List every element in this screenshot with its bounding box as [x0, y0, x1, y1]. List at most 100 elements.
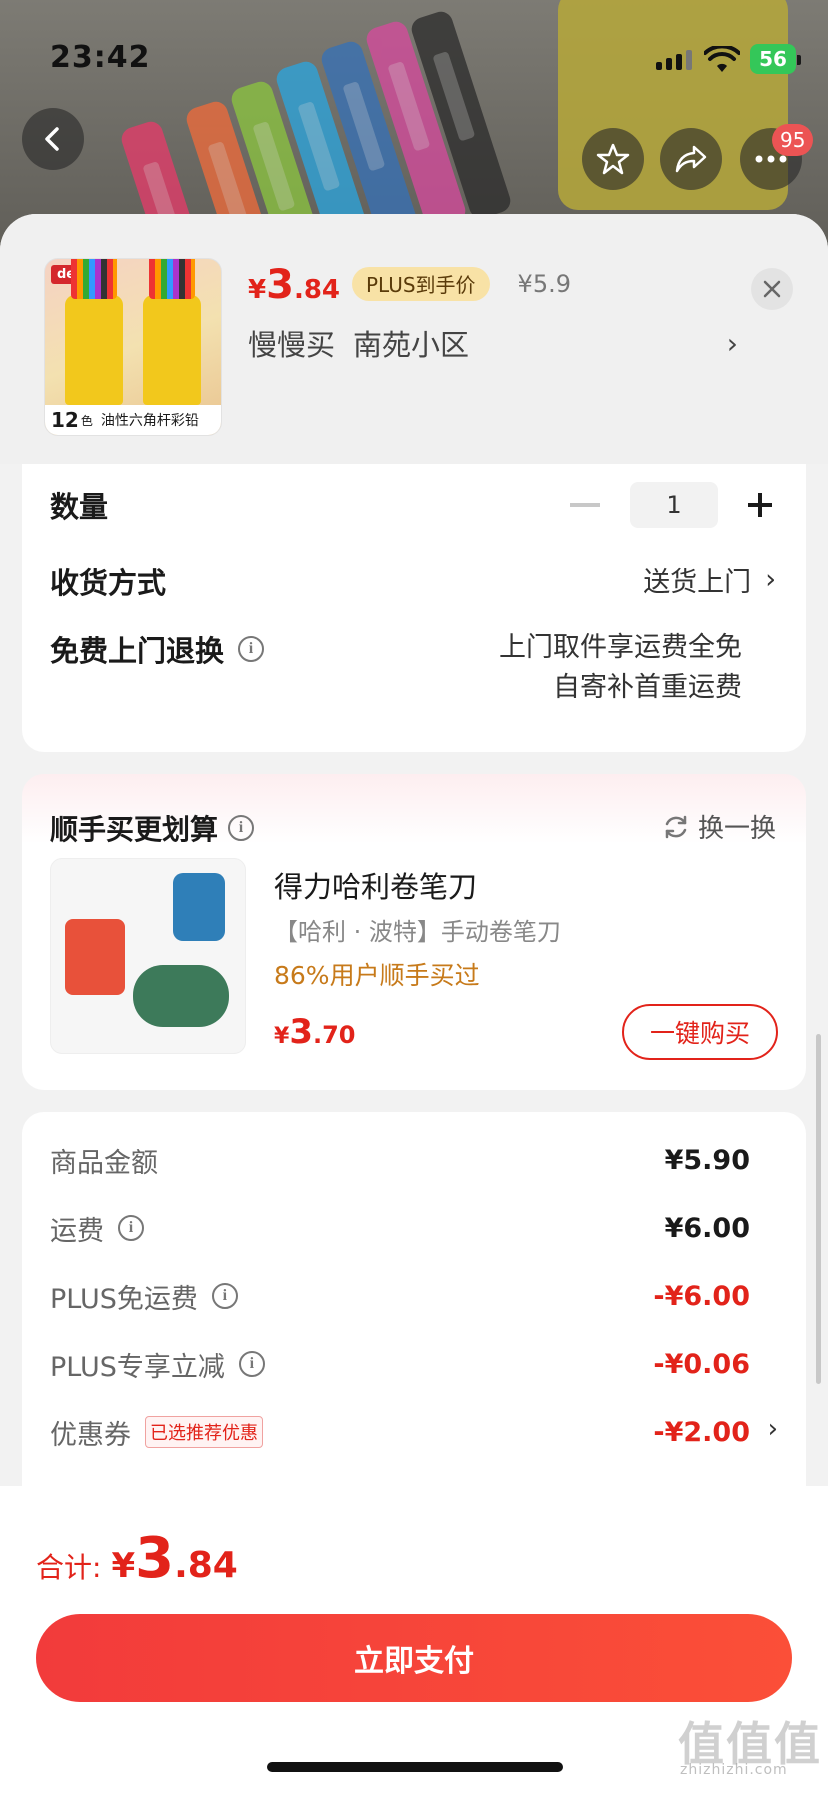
back-button[interactable]	[22, 108, 84, 170]
price-integer: 3	[289, 1012, 313, 1052]
coupon-selected-tag: 已选推荐优惠	[145, 1416, 263, 1448]
free-return-description: 上门取件享运费全免 自寄补首重运费	[499, 628, 742, 708]
close-button[interactable]	[751, 268, 793, 310]
decrease-quantity-button[interactable]	[570, 503, 600, 507]
product-summary: deli 12 色 油性六角杆彩铅 ¥3.84 PLUS到手价 ¥5.9 慢慢买…	[0, 214, 828, 464]
pencil-tube-image	[65, 259, 123, 405]
free-return-line: 上门取件享运费全免	[499, 632, 742, 663]
price-row: ¥3.84 PLUS到手价 ¥5.9	[248, 262, 571, 308]
fee-row-coupon[interactable]: 优惠券 已选推荐优惠 -¥2.00	[50, 1412, 750, 1452]
fee-value: ¥5.90	[664, 1144, 750, 1176]
price-integer: 3	[266, 262, 294, 308]
fee-label-row: 优惠券 已选推荐优惠	[50, 1413, 263, 1452]
share-icon	[675, 145, 707, 173]
fee-row-plus-free-shipping: PLUS免运费 i -¥6.00	[50, 1276, 750, 1316]
order-options-card: 数量 1 收货方式 送货上门 › 免费上门退换 i 上门取件享运费全免 自寄补首…	[22, 464, 806, 752]
swap-label: 换一换	[697, 814, 776, 844]
fee-row-plus-discount: PLUS专享立减 i -¥0.06	[50, 1344, 750, 1384]
recommendation-product-subtitle: 【哈利 · 波特】手动卷笔刀	[274, 918, 561, 946]
fee-label-row: PLUS专享立减 i	[50, 1345, 265, 1384]
total-currency: ¥	[111, 1546, 136, 1586]
battery-indicator: 56	[750, 44, 796, 74]
recommendation-product-name[interactable]: 得力哈利卷笔刀	[274, 864, 477, 906]
info-icon[interactable]: i	[238, 636, 265, 662]
favorite-button[interactable]	[582, 128, 644, 190]
chevron-left-icon	[45, 127, 59, 151]
battery-level: 56	[759, 47, 787, 71]
swap-button[interactable]: 换一换	[662, 808, 776, 845]
sharpener-image	[133, 965, 229, 1027]
add-on-recommendation-card: 顺手买更划算 i 换一换 得力哈利卷笔刀 【哈利 · 波特】手动卷笔刀 86%用…	[22, 774, 806, 1090]
price-currency: ¥	[248, 275, 267, 305]
fee-label: PLUS专享立减	[50, 1351, 225, 1383]
refresh-icon	[665, 815, 687, 838]
one-click-buy-button[interactable]: 一键购买	[622, 1004, 778, 1060]
fee-label-row: PLUS免运费 i	[50, 1277, 238, 1316]
fee-label: 运费	[50, 1215, 104, 1247]
total-decimal: .84	[174, 1545, 238, 1586]
delivery-method-label: 收货方式	[50, 566, 167, 600]
fee-row-shipping: 运费 i ¥6.00	[50, 1208, 750, 1248]
quantity-label: 数量	[50, 490, 109, 524]
price-breakdown-card: 商品金额 ¥5.90 运费 i ¥6.00 PLUS免运费 i -¥6.00 PLU…	[22, 1112, 806, 1532]
share-button[interactable]	[660, 128, 722, 190]
battery-tip	[797, 55, 801, 65]
info-icon[interactable]: i	[211, 1283, 238, 1309]
total-integer: 3	[135, 1526, 175, 1591]
fee-value: ¥6.00	[664, 1212, 750, 1244]
fee-label: 优惠券	[50, 1419, 131, 1451]
free-return-label-row: 免费上门退换 i	[50, 628, 265, 670]
info-icon[interactable]: i	[228, 815, 255, 841]
pencil-tube-image	[143, 259, 201, 405]
recommendation-price: ¥3.70	[274, 1012, 356, 1052]
chevron-right-icon: ›	[765, 564, 776, 595]
chevron-right-icon[interactable]: ›	[768, 1414, 778, 1444]
cellular-signal-icon	[656, 50, 692, 70]
plus-price: ¥3.84	[248, 262, 340, 308]
fee-label-row: 运费 i	[50, 1209, 144, 1248]
wifi-icon	[704, 46, 740, 72]
address-detail: 南苑小区	[353, 328, 470, 362]
free-return-label: 免费上门退换	[50, 634, 225, 668]
status-time: 23:42	[50, 40, 151, 75]
fee-label: 商品金额	[50, 1147, 158, 1179]
recommendation-purchase-stat: 86%用户顺手买过	[274, 961, 480, 990]
fee-value: -¥0.06	[653, 1348, 750, 1380]
increase-quantity-button[interactable]	[748, 493, 772, 517]
more-icon	[755, 155, 787, 163]
info-icon[interactable]: i	[238, 1351, 265, 1377]
original-price: ¥5.9	[517, 270, 571, 298]
address-selector[interactable]: 慢慢买 南苑小区 ›	[248, 322, 738, 364]
color-count: 12	[51, 408, 79, 432]
chevron-right-icon: ›	[726, 326, 738, 360]
sharpener-image	[65, 919, 125, 995]
color-count-unit: 色	[80, 413, 93, 428]
pay-now-button[interactable]: 立即支付	[36, 1614, 792, 1702]
address-name: 慢慢买	[248, 328, 336, 362]
price-decimal: .70	[312, 1021, 356, 1049]
recommendation-title-row: 顺手买更划算 i	[50, 808, 255, 848]
watermark-url: zhizhizhi.com	[680, 1762, 788, 1778]
recommendation-product-image[interactable]	[50, 858, 246, 1054]
close-icon	[763, 280, 781, 298]
quantity-input[interactable]: 1	[630, 482, 718, 528]
status-bar: 23:42 56	[0, 0, 828, 120]
quantity-stepper: 1	[570, 482, 772, 528]
fee-label: PLUS免运费	[50, 1283, 198, 1315]
delivery-method-value: 送货上门	[643, 567, 752, 598]
scrollbar[interactable]	[816, 1034, 821, 1384]
info-icon[interactable]: i	[118, 1215, 144, 1241]
sharpener-image	[173, 873, 225, 941]
price-currency: ¥	[274, 1024, 290, 1049]
home-indicator[interactable]	[267, 1762, 563, 1772]
free-return-line: 自寄补首重运费	[553, 672, 742, 703]
plus-price-tag: PLUS到手价	[352, 266, 490, 301]
price-decimal: .84	[293, 275, 340, 305]
message-count-badge: 95	[772, 124, 814, 156]
fee-row-goods-amount: 商品金额 ¥5.90	[50, 1140, 750, 1180]
product-thumbnail: deli 12 色 油性六角杆彩铅	[44, 258, 222, 436]
thumbnail-caption-text: 油性六角杆彩铅	[100, 413, 199, 429]
checkout-footer: 合计: ¥3.84 立即支付 值值值 zhizhizhi.com	[0, 1486, 828, 1793]
total-amount: 合计: ¥3.84	[36, 1526, 238, 1591]
delivery-method-selector[interactable]: 送货上门 ›	[643, 560, 776, 599]
